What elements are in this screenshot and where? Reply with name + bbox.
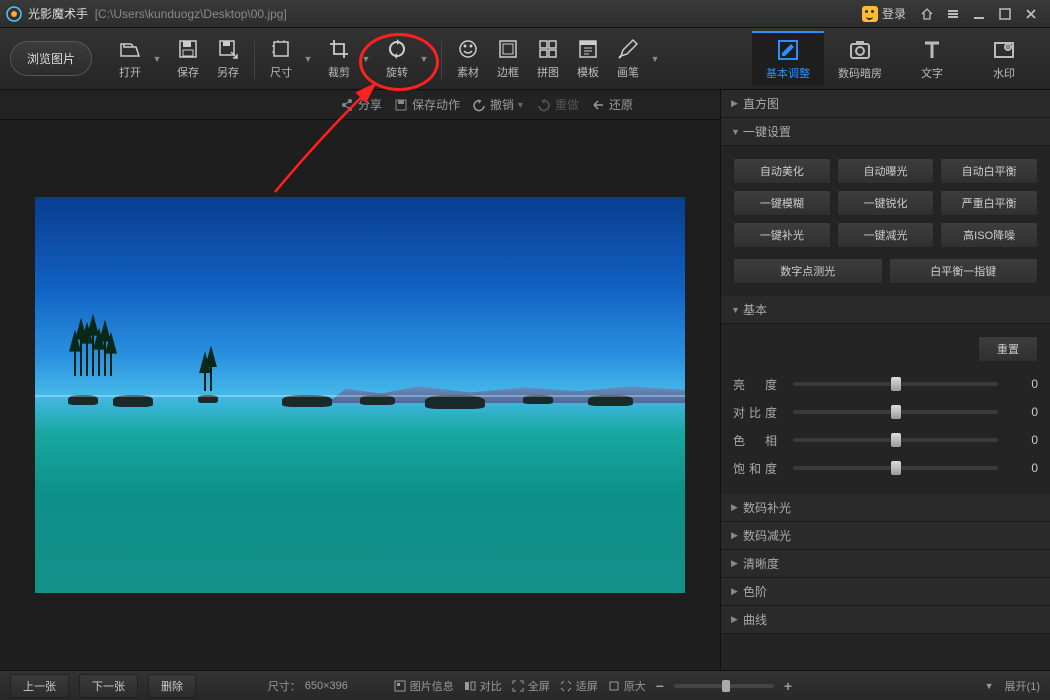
onekey-btn-4[interactable]: 一键锐化	[837, 190, 935, 216]
image-info-button[interactable]: 图片信息	[394, 678, 454, 694]
open-icon	[119, 38, 141, 60]
slider-value-2: 0	[1008, 433, 1038, 447]
onekey-btn-1[interactable]: 自动曝光	[837, 158, 935, 184]
section-collapsed-4[interactable]: ▶曲线	[721, 606, 1050, 634]
border-icon	[497, 38, 519, 60]
toolbar-open-dropdown[interactable]: ▼	[150, 54, 164, 64]
section-collapsed-3[interactable]: ▶色阶	[721, 578, 1050, 606]
toolbar-material-button[interactable]: 素材	[448, 34, 488, 84]
compare-button[interactable]: 对比	[464, 678, 502, 694]
onekey-btn-2[interactable]: 自动白平衡	[940, 158, 1038, 184]
save-action-button[interactable]: 保存动作	[394, 96, 460, 113]
rotate-icon	[386, 38, 408, 60]
save-icon	[177, 38, 199, 60]
slider-0[interactable]	[793, 382, 998, 386]
right-panel: ▶直方图 ▼一键设置 自动美化自动曝光自动白平衡一键模糊一键锐化严重白平衡一键补…	[720, 90, 1050, 670]
onekey-btn-3[interactable]: 一键模糊	[733, 190, 831, 216]
window-title: 光影魔术手 [C:\Users\kunduogz\Desktop\00.jpg]	[28, 5, 854, 22]
tab-basic[interactable]: 基本调整	[752, 31, 824, 86]
basic-tab-icon	[776, 38, 800, 62]
slider-label-3: 饱和度	[733, 460, 783, 477]
browse-images-button[interactable]: 浏览图片	[10, 41, 92, 76]
toolbar-size-button[interactable]: 尺寸	[261, 34, 301, 84]
tab-text[interactable]: 文字	[896, 31, 968, 86]
onekey-btn-7[interactable]: 一键减光	[837, 222, 935, 248]
onekey-btn-8[interactable]: 高ISO降噪	[940, 222, 1038, 248]
toolbar-template-button[interactable]: 模板	[568, 34, 608, 84]
toolbar-rotate-dropdown[interactable]: ▼	[417, 54, 431, 64]
close-button[interactable]	[1018, 4, 1044, 24]
darkroom-tab-icon	[848, 38, 872, 62]
face-icon	[862, 6, 878, 22]
undo-button[interactable]: 撤销▼	[472, 96, 525, 113]
login-button[interactable]: 登录	[854, 5, 914, 22]
onekey-btn-0[interactable]: 自动美化	[733, 158, 831, 184]
image-dimensions: 尺寸：650×396	[268, 678, 348, 694]
next-image-button[interactable]: 下一张	[79, 674, 138, 698]
toolbar-rotate-button[interactable]: 旋转	[377, 34, 417, 84]
tab-darkroom[interactable]: 数码暗房	[824, 31, 896, 86]
section-onekey[interactable]: ▼一键设置	[721, 118, 1050, 146]
toolbar-border-button[interactable]: 边框	[488, 34, 528, 84]
zoom-slider[interactable]	[674, 684, 774, 688]
minimize-button[interactable]	[966, 4, 992, 24]
section-collapsed-1[interactable]: ▶数码减光	[721, 522, 1050, 550]
image-canvas-area[interactable]	[0, 120, 720, 670]
slider-value-1: 0	[1008, 405, 1038, 419]
toolbar-brush-dropdown[interactable]: ▼	[648, 54, 662, 64]
settings-button[interactable]	[940, 4, 966, 24]
fit-screen-button[interactable]: 适屏	[560, 678, 598, 694]
material-icon	[457, 38, 479, 60]
slider-1[interactable]	[793, 410, 998, 414]
section-basic[interactable]: ▼基本	[721, 296, 1050, 324]
restore-button[interactable]: 还原	[591, 96, 633, 113]
toolbar-brush-button[interactable]: 画笔	[608, 34, 648, 84]
template-icon	[577, 38, 599, 60]
toolbar-open-button[interactable]: 打开	[110, 34, 150, 84]
crop-icon	[328, 38, 350, 60]
toolbar-size-dropdown[interactable]: ▼	[301, 54, 315, 64]
onekey-btn-5[interactable]: 严重白平衡	[940, 190, 1038, 216]
slider-value-3: 0	[1008, 461, 1038, 475]
slider-label-2: 色 相	[733, 432, 783, 449]
original-size-button[interactable]: 原大	[608, 678, 646, 694]
zoom-in-button[interactable]: +	[784, 678, 792, 694]
text-tab-icon	[920, 38, 944, 62]
slider-3[interactable]	[793, 466, 998, 470]
section-collapsed-2[interactable]: ▶清晰度	[721, 550, 1050, 578]
redo-button[interactable]: 重做	[537, 96, 579, 113]
app-logo-icon	[6, 6, 22, 22]
watermark-tab-icon	[992, 38, 1016, 62]
section-collapsed-0[interactable]: ▶数码补光	[721, 494, 1050, 522]
maximize-button[interactable]	[992, 4, 1018, 24]
onekey-btn-6[interactable]: 一键补光	[733, 222, 831, 248]
tab-watermark[interactable]: 水印	[968, 31, 1040, 86]
expand-button[interactable]: ▼ 展开(1)	[985, 678, 1040, 694]
image-preview	[35, 197, 685, 593]
saveas-icon	[217, 38, 239, 60]
slider-label-0: 亮 度	[733, 376, 783, 393]
toolbar-crop-button[interactable]: 裁剪	[319, 34, 359, 84]
share-button[interactable]: 分享	[340, 96, 382, 113]
home-button[interactable]	[914, 4, 940, 24]
slider-value-0: 0	[1008, 377, 1038, 391]
collage-icon	[537, 38, 559, 60]
toolbar-save-button[interactable]: 保存	[168, 34, 208, 84]
section-histogram[interactable]: ▶直方图	[721, 90, 1050, 118]
toolbar-saveas-button[interactable]: 另存	[208, 34, 248, 84]
toolbar-crop-dropdown[interactable]: ▼	[359, 54, 373, 64]
onekey-extra-1[interactable]: 白平衡一指键	[889, 258, 1039, 284]
prev-image-button[interactable]: 上一张	[10, 674, 69, 698]
brush-icon	[617, 38, 639, 60]
delete-button[interactable]: 删除	[148, 674, 196, 698]
fullscreen-button[interactable]: 全屏	[512, 678, 550, 694]
reset-button[interactable]: 重置	[978, 336, 1038, 362]
slider-2[interactable]	[793, 438, 998, 442]
toolbar-collage-button[interactable]: 拼图	[528, 34, 568, 84]
zoom-out-button[interactable]: −	[656, 678, 664, 694]
onekey-extra-0[interactable]: 数字点测光	[733, 258, 883, 284]
size-icon	[270, 38, 292, 60]
slider-label-1: 对比度	[733, 404, 783, 421]
